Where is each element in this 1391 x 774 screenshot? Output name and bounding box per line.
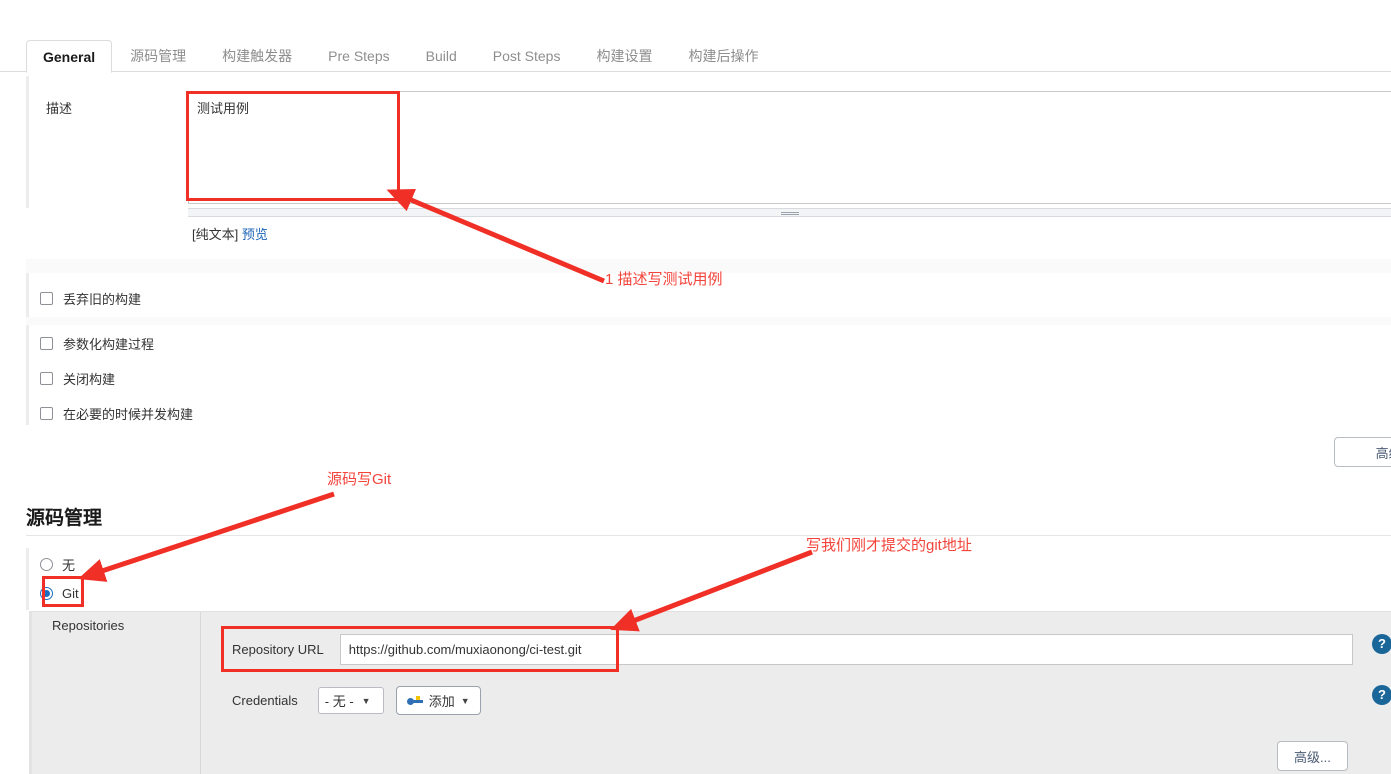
- help-icon-credentials[interactable]: ?: [1372, 685, 1391, 705]
- radio-scm-none[interactable]: [40, 558, 53, 571]
- tab-0[interactable]: General: [26, 40, 113, 73]
- add-credentials-label: 添加: [428, 694, 455, 709]
- checkbox-row-discard-old-builds[interactable]: 丢弃旧的构建: [40, 289, 141, 308]
- credentials-label: Credentials: [232, 693, 298, 708]
- description-section-rule: [26, 76, 29, 208]
- credentials-selected-value: - 无 -: [324, 694, 354, 709]
- checkbox-row-concurrent-build[interactable]: 在必要的时候并发构建: [40, 404, 193, 423]
- chevron-down-icon: ▼: [460, 695, 470, 706]
- repositories-label: Repositories: [52, 618, 125, 633]
- checkbox-parameterized-build[interactable]: [40, 337, 53, 350]
- scm-heading-rule: [26, 535, 1391, 536]
- jenkins-job-config-page: General 源码管理 构建触发器 Pre Steps Build Post Steps…: [0, 0, 1391, 774]
- checkbox-label: 在必要的时候并发构建: [63, 407, 194, 422]
- chevron-down-icon: ▼: [361, 695, 371, 706]
- discard-builds-rule: [26, 273, 29, 317]
- checkbox-row-disable-build[interactable]: 关闭构建: [40, 369, 115, 388]
- help-icon-repository-url[interactable]: ?: [1372, 634, 1391, 654]
- scm-radio-rule: [26, 548, 29, 610]
- tab-7[interactable]: 构建后操作: [670, 40, 776, 73]
- checkbox-row-parameterized-build[interactable]: 参数化构建过程: [40, 334, 154, 353]
- tab-6[interactable]: 构建设置: [578, 40, 670, 73]
- annotation-text-3: 写我们刚才提交的git地址: [806, 537, 972, 554]
- general-advanced-button[interactable]: 高级...: [1334, 437, 1391, 467]
- annotation-box-repository-url: [221, 626, 619, 672]
- checkbox-label: 关闭构建: [63, 372, 116, 387]
- tab-1[interactable]: 源码管理: [112, 40, 204, 73]
- tab-4[interactable]: Build: [408, 40, 475, 73]
- plain-text-marker: [纯文本]: [192, 227, 239, 242]
- annotation-box-description: [186, 91, 400, 201]
- radio-label: 无: [62, 558, 76, 573]
- tab-3[interactable]: Pre Steps: [310, 40, 407, 73]
- band-spacer-2: [26, 317, 1391, 325]
- radio-row-none[interactable]: 无: [40, 555, 75, 574]
- checkbox-label: 丢弃旧的构建: [63, 292, 142, 307]
- tab-5[interactable]: Post Steps: [475, 40, 579, 73]
- checkbox-label: 参数化构建过程: [63, 337, 155, 352]
- preview-link[interactable]: 预览: [242, 227, 268, 242]
- tabbar-underline: [0, 71, 1391, 72]
- credentials-row: Credentials - 无 - ▼ 添加 ▼: [232, 686, 481, 715]
- textarea-resize-handle[interactable]: [188, 208, 1391, 217]
- checkbox-discard-old-builds[interactable]: [40, 292, 53, 305]
- key-icon: [406, 695, 423, 706]
- config-tabbar: General 源码管理 构建触发器 Pre Steps Build Post Steps…: [0, 0, 1391, 73]
- git-advanced-button[interactable]: 高级...: [1277, 741, 1348, 771]
- build-options-rule: [26, 325, 29, 425]
- credentials-select[interactable]: - 无 - ▼: [317, 687, 384, 714]
- checkbox-concurrent-build[interactable]: [40, 407, 53, 420]
- resize-grip-icon: [780, 212, 799, 215]
- scm-section-heading: 源码管理: [26, 508, 103, 529]
- description-label: 描述: [46, 101, 73, 116]
- add-credentials-button[interactable]: 添加 ▼: [395, 686, 481, 715]
- annotation-text-2: 源码写Git: [327, 471, 392, 488]
- tab-list: General 源码管理 构建触发器 Pre Steps Build Post Steps…: [26, 30, 776, 73]
- checkbox-disable-build[interactable]: [40, 372, 53, 385]
- description-format-row: [纯文本] 预览: [192, 224, 268, 243]
- git-panel-rule: [29, 611, 32, 774]
- annotation-box-git-radio: [42, 576, 84, 607]
- annotation-text-1: 1 描述写测试用例: [605, 271, 723, 288]
- tab-2[interactable]: 构建触发器: [204, 40, 310, 73]
